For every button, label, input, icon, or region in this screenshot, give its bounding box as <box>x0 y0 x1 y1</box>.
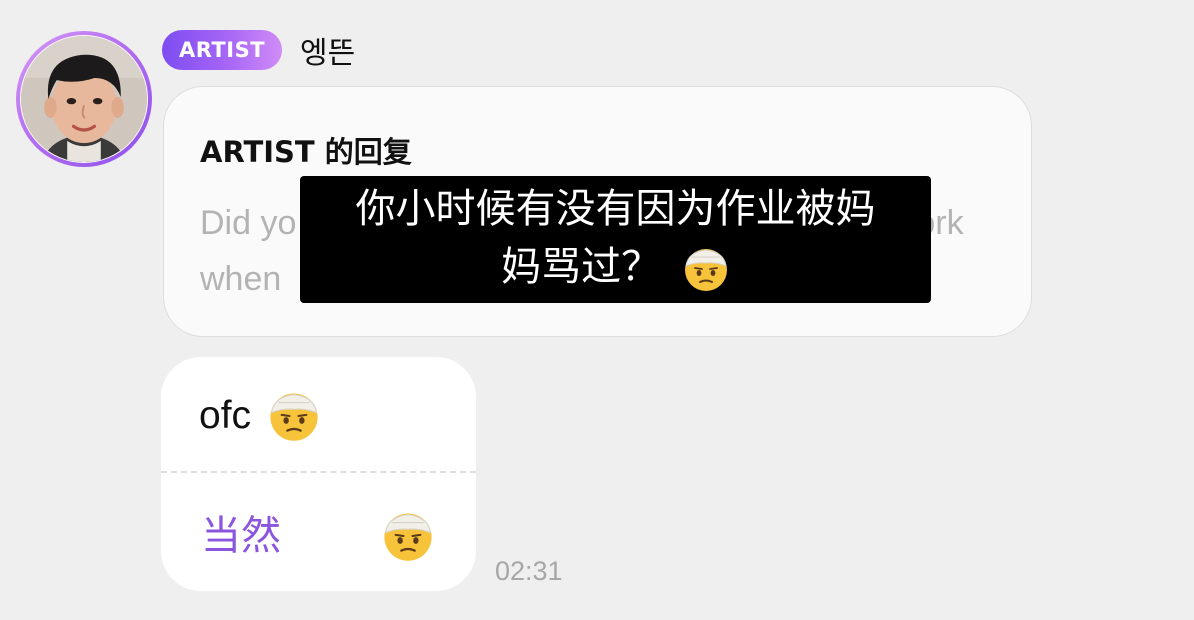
message-original: ofc <box>199 387 321 445</box>
head-bandage-emoji-icon <box>267 389 321 443</box>
head-bandage-emoji-icon <box>381 509 435 563</box>
avatar[interactable] <box>21 36 147 162</box>
reply-title: ARTIST 的回复 <box>200 135 412 169</box>
subtitle-line-1: 你小时候有没有因为作业被妈 <box>355 186 876 232</box>
subtitle-line-2: 妈骂过？ <box>300 242 931 293</box>
subtitle-line-2-text: 妈骂过？ <box>501 244 662 290</box>
translation-divider <box>161 471 476 473</box>
message-timestamp: 02:31 <box>495 556 563 586</box>
avatar-photo <box>21 36 147 162</box>
message-translation: 当然 <box>201 513 281 559</box>
head-bandage-emoji-icon <box>682 245 730 293</box>
avatar-ring[interactable] <box>16 31 152 167</box>
username[interactable]: 엥뜬 <box>300 30 355 71</box>
reply-line-1-start: Did yo <box>200 204 297 242</box>
artist-badge: ARTIST <box>162 30 282 70</box>
message-bubble[interactable]: ofc 当然 <box>161 357 476 591</box>
subtitle-overlay: 你小时候有没有因为作业被妈 妈骂过？ <box>300 176 931 303</box>
message-original-text: ofc <box>199 394 252 437</box>
